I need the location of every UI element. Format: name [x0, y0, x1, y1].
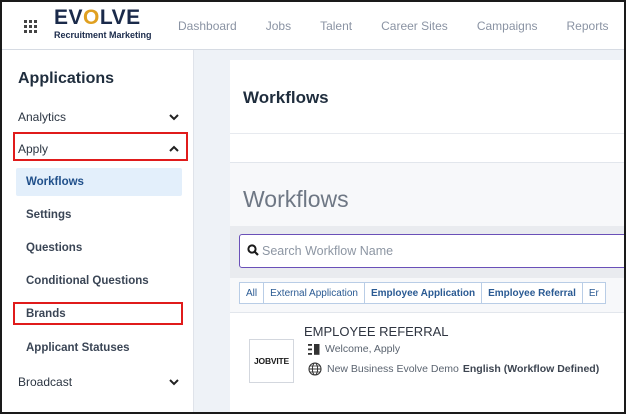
nav-jobs[interactable]: Jobs	[266, 19, 291, 33]
list-icon	[308, 343, 320, 355]
search-box[interactable]	[239, 234, 624, 268]
search-input[interactable]	[262, 241, 622, 261]
apply-highlight-box	[13, 132, 188, 161]
app-frame: EVOLVE Recruitment Marketing Dashboard J…	[0, 0, 626, 414]
sidebar-item-label: Broadcast	[18, 375, 73, 389]
sidebar-item-applicant-statuses[interactable]: Applicant Statuses	[16, 334, 182, 362]
filter-employee-application[interactable]: Employee Application	[363, 282, 483, 304]
evolve-logo[interactable]: EVOLVE Recruitment Marketing	[54, 7, 152, 41]
filter-more[interactable]: Er	[581, 282, 606, 304]
nav-reports[interactable]: Reports	[567, 19, 609, 33]
globe-icon	[308, 362, 322, 376]
sidebar: Applications Analytics Apply Workflows S…	[2, 50, 194, 412]
grid-icon[interactable]	[24, 20, 37, 33]
sidebar-item-questions[interactable]: Questions	[16, 234, 182, 262]
main-card: Workflows Workflows All External Applica…	[230, 60, 624, 412]
sidebar-item-analytics[interactable]: Analytics	[18, 103, 186, 131]
sidebar-item-label: Analytics	[18, 110, 67, 124]
nav-talent[interactable]: Talent	[320, 19, 352, 33]
workflow-step-text: Welcome, Apply	[325, 343, 401, 355]
top-bar: EVOLVE Recruitment Marketing Dashboard J…	[2, 2, 624, 50]
sidebar-item-workflows[interactable]: Workflows	[16, 168, 182, 196]
divider	[230, 133, 624, 134]
workflow-brand-language: New Business Evolve Demo English (Workfl…	[308, 362, 599, 376]
sidebar-title: Applications	[18, 70, 115, 87]
filter-employee-referral[interactable]: Employee Referral	[481, 282, 583, 304]
section-heading: Workflows	[243, 186, 349, 212]
filter-all[interactable]: All	[239, 282, 265, 304]
nav-career-sites[interactable]: Career Sites	[381, 19, 448, 33]
brand-logo: JOBVITE	[249, 339, 294, 383]
logo-subtitle: Recruitment Marketing	[54, 30, 152, 40]
filter-external-application[interactable]: External Application	[263, 282, 365, 304]
workflow-title[interactable]: EMPLOYEE REFERRAL	[304, 324, 449, 339]
sidebar-item-settings[interactable]: Settings	[16, 201, 182, 229]
chevron-down-icon	[169, 379, 179, 386]
search-icon	[247, 244, 259, 256]
main-nav: Dashboard Jobs Talent Career Sites Campa…	[178, 2, 624, 50]
nav-dashboard[interactable]: Dashboard	[178, 19, 237, 33]
nav-campaigns[interactable]: Campaigns	[477, 19, 538, 33]
sidebar-item-conditional-questions[interactable]: Conditional Questions	[16, 267, 182, 295]
workflow-brand: New Business Evolve Demo	[327, 363, 459, 375]
page-title: Workflows	[243, 88, 329, 107]
sidebar-item-broadcast[interactable]: Broadcast	[18, 368, 186, 396]
chevron-down-icon	[169, 114, 179, 121]
brands-highlight-box	[13, 302, 183, 325]
filter-chips: All External Application Employee Applic…	[239, 282, 606, 304]
workflow-language: English (Workflow Defined)	[462, 363, 600, 375]
workflow-steps: Welcome, Apply	[308, 343, 400, 355]
